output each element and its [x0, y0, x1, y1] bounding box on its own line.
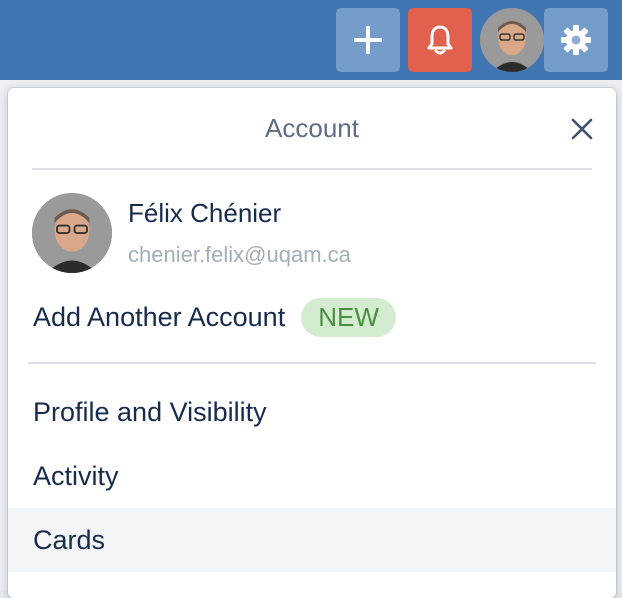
plus-icon — [354, 26, 382, 54]
add-another-account-link[interactable]: Add Another Account NEW — [33, 297, 396, 337]
avatar-photo — [480, 8, 544, 72]
add-account-label: Add Another Account — [33, 301, 286, 332]
user-avatar-button[interactable] — [480, 8, 544, 72]
profile-avatar — [32, 193, 112, 273]
menu-item-label: Cards — [33, 524, 106, 555]
profile-name: Félix Chénier — [128, 198, 282, 228]
close-button[interactable] — [562, 112, 602, 146]
settings-button[interactable] — [544, 8, 608, 72]
bell-icon — [427, 25, 453, 55]
popover-header: Account — [32, 88, 593, 170]
profile-email: chenier.felix@uqam.ca — [128, 242, 351, 267]
account-popover: Account Félix Chénier chenier.felix@uqam… — [8, 88, 616, 598]
menu-item-cards[interactable]: Cards — [8, 508, 616, 572]
new-badge: NEW — [301, 297, 396, 337]
avatar-photo — [32, 193, 112, 273]
top-header-bar — [0, 0, 622, 80]
menu-item-label: Activity — [33, 460, 119, 491]
close-icon — [571, 118, 593, 140]
menu-item-activity[interactable]: Activity — [8, 444, 616, 508]
menu-item-profile-and-visibility[interactable]: Profile and Visibility — [8, 380, 616, 444]
menu-item-label: Profile and Visibility — [33, 396, 267, 427]
popover-title: Account — [265, 112, 359, 143]
gear-icon — [561, 25, 591, 55]
create-button[interactable] — [336, 8, 400, 72]
divider — [28, 362, 596, 364]
notifications-button[interactable] — [408, 8, 472, 72]
